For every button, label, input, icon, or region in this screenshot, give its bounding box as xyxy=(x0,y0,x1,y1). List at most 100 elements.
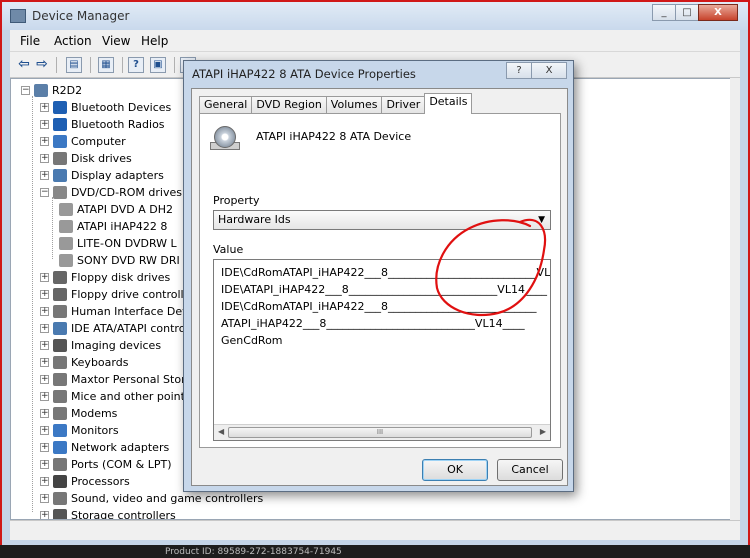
scroll-left-icon[interactable]: ◀ xyxy=(218,427,224,436)
maximize-button[interactable]: □ xyxy=(675,4,699,21)
value-list[interactable]: IDE\CdRomATAPI_iHAP422___8______________… xyxy=(213,259,551,441)
disk-drive-icon xyxy=(53,152,67,165)
tree-category-item[interactable]: + Imaging devices xyxy=(40,337,161,354)
tree-category-item[interactable]: + Disk drives xyxy=(40,150,132,167)
network-icon xyxy=(53,441,67,454)
expand-icon[interactable]: + xyxy=(40,443,49,452)
tree-category-item[interactable]: + Maxtor Personal Storag xyxy=(40,371,199,388)
tree-category-item[interactable]: + Network adapters xyxy=(40,439,169,456)
collapse-icon[interactable]: − xyxy=(40,188,49,197)
tree-category-item[interactable]: + Display adapters xyxy=(40,167,164,184)
tab-dvd-region[interactable]: DVD Region xyxy=(251,96,327,114)
scrollbar-thumb[interactable]: III xyxy=(228,427,532,438)
tree-category-item[interactable]: + Sound, video and game controllers xyxy=(40,490,263,507)
chevron-down-icon: ▼ xyxy=(538,215,545,225)
tree-item-label: Floppy drive controller xyxy=(71,288,195,301)
tree-item-label: Monitors xyxy=(71,424,119,437)
expand-icon[interactable]: + xyxy=(40,154,49,163)
collapse-icon[interactable]: − xyxy=(21,86,30,95)
tree-category-item[interactable]: + Bluetooth Devices xyxy=(40,99,171,116)
value-item[interactable]: IDE\CdRomATAPI_iHAP422___8______________… xyxy=(221,266,550,279)
storage-icon xyxy=(53,373,67,386)
menu-view[interactable]: View xyxy=(102,34,130,48)
tree-device-item[interactable]: LITE-ON DVDRW L xyxy=(59,235,177,252)
tree-category-item[interactable]: + Keyboards xyxy=(40,354,128,371)
up-level-icon[interactable]: ▤ xyxy=(66,57,82,73)
tree-category-item[interactable]: − DVD/CD-ROM drives xyxy=(40,184,182,201)
value-item[interactable]: ATAPI_iHAP422___8_______________________… xyxy=(221,317,525,330)
expand-icon[interactable]: + xyxy=(40,375,49,384)
properties-icon[interactable]: ▦ xyxy=(98,57,114,73)
expand-icon[interactable]: + xyxy=(40,171,49,180)
dvd-drive-icon xyxy=(53,186,67,199)
tree-device-item[interactable]: ATAPI iHAP422 8 xyxy=(59,218,167,235)
cancel-button[interactable]: Cancel xyxy=(497,459,563,481)
tree-category-item[interactable]: + Floppy disk drives xyxy=(40,269,170,286)
dialog-help-button[interactable]: ? xyxy=(506,62,532,79)
help-icon[interactable]: ? xyxy=(128,57,144,73)
forward-arrow-icon[interactable]: ⇨ xyxy=(34,57,50,73)
tree-category-item[interactable]: + Computer xyxy=(40,133,126,150)
minimize-button[interactable]: _ xyxy=(652,4,676,21)
tree-connector-line xyxy=(32,96,33,512)
expand-icon[interactable]: + xyxy=(40,409,49,418)
close-button[interactable]: X xyxy=(698,4,738,21)
tab-general[interactable]: General xyxy=(199,96,253,114)
tree-item-label: ATAPI DVD A DH2 xyxy=(77,203,173,216)
expand-icon[interactable]: + xyxy=(40,494,49,503)
menu-help[interactable]: Help xyxy=(141,34,168,48)
expand-icon[interactable]: + xyxy=(40,341,49,350)
device-manager-icon xyxy=(10,9,26,23)
tree-category-item[interactable]: + Processors xyxy=(40,473,130,490)
expand-icon[interactable]: + xyxy=(40,392,49,401)
ok-button[interactable]: OK xyxy=(422,459,488,481)
tree-category-item[interactable]: + Ports (COM & LPT) xyxy=(40,456,172,473)
expand-icon[interactable]: + xyxy=(40,460,49,469)
tree-vertical-scrollbar[interactable] xyxy=(730,78,740,520)
back-arrow-icon[interactable]: ⇦ xyxy=(16,57,32,73)
tree-device-item[interactable]: SONY DVD RW DRI xyxy=(59,252,180,269)
tree-category-item[interactable]: + Storage controllers xyxy=(40,507,176,519)
tree-category-item[interactable]: + IDE ATA/ATAPI contro xyxy=(40,320,185,337)
tree-category-item[interactable]: + Floppy drive controller xyxy=(40,286,195,303)
menu-file[interactable]: File xyxy=(20,34,40,48)
view-icon[interactable]: ▣ xyxy=(150,57,166,73)
expand-icon[interactable]: + xyxy=(40,103,49,112)
storage-controller-icon xyxy=(53,509,67,519)
expand-icon[interactable]: + xyxy=(40,307,49,316)
expand-icon[interactable]: + xyxy=(40,273,49,282)
value-item[interactable]: IDE\ATAPI_iHAP422___8___________________… xyxy=(221,283,547,296)
title-bar[interactable]: Device Manager _ □ X xyxy=(2,2,748,30)
tab-driver[interactable]: Driver xyxy=(381,96,426,114)
tree-category-item[interactable]: + Bluetooth Radios xyxy=(40,116,165,133)
camera-icon xyxy=(53,339,67,352)
expand-icon[interactable]: + xyxy=(40,426,49,435)
expand-icon[interactable]: + xyxy=(40,120,49,129)
tree-category-item[interactable]: + Monitors xyxy=(40,422,119,439)
tree-root[interactable]: − R2D2 xyxy=(21,82,82,99)
tab-details[interactable]: Details xyxy=(424,93,473,114)
scroll-right-icon[interactable]: ▶ xyxy=(540,427,546,436)
tree-device-item[interactable]: ATAPI DVD A DH2 xyxy=(59,201,173,218)
expand-icon[interactable]: + xyxy=(40,290,49,299)
expand-icon[interactable]: + xyxy=(40,358,49,367)
tab-volumes[interactable]: Volumes xyxy=(325,96,383,114)
cd-disc-icon xyxy=(214,126,236,148)
dialog-close-button[interactable]: X xyxy=(531,62,567,79)
value-item[interactable]: IDE\CdRomATAPI_iHAP422___8______________… xyxy=(221,300,537,313)
tree-category-item[interactable]: + Mice and other pointin xyxy=(40,388,195,405)
expand-icon[interactable]: + xyxy=(40,137,49,146)
processor-icon xyxy=(53,475,67,488)
menu-action[interactable]: Action xyxy=(54,34,92,48)
tree-category-item[interactable]: + Human Interface Devic xyxy=(40,303,198,320)
property-select[interactable]: Hardware Ids ▼ xyxy=(213,210,551,230)
value-item[interactable]: GenCdRom xyxy=(221,334,283,347)
expand-icon[interactable]: + xyxy=(40,324,49,333)
window-title: Device Manager xyxy=(32,9,130,23)
product-id-text: Product ID: 89589-272-1883754-71945 xyxy=(165,547,342,557)
details-panel: ATAPI iHAP422 8 ATA Device Property Hard… xyxy=(199,113,561,448)
tree-category-item[interactable]: + Modems xyxy=(40,405,117,422)
expand-icon[interactable]: + xyxy=(40,511,49,519)
value-horizontal-scrollbar[interactable]: ◀ III ▶ xyxy=(214,424,550,440)
expand-icon[interactable]: + xyxy=(40,477,49,486)
